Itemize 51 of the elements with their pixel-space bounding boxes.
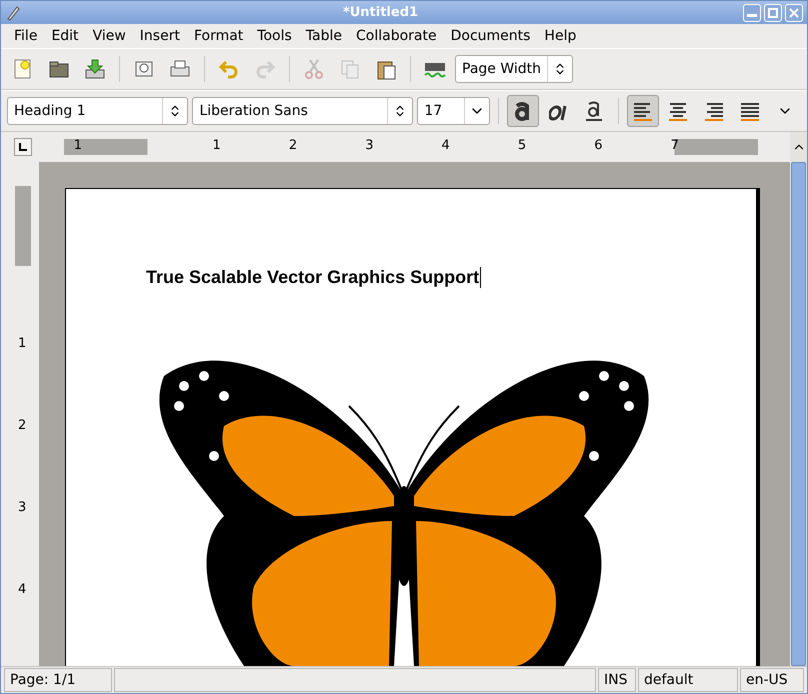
minimize-icon (747, 14, 757, 17)
scissors-icon (303, 58, 325, 80)
menu-item[interactable]: Edit (44, 28, 86, 44)
download-icon (84, 58, 106, 80)
tab-stop-button[interactable] (14, 138, 32, 156)
align-justify-icon (738, 100, 761, 122)
ruler-number: 1 (212, 138, 221, 153)
ruler-number: 4 (442, 138, 450, 153)
insert-mode: INS (598, 668, 636, 692)
ruler-number: 6 (594, 138, 603, 153)
ruler-number: 1 (18, 336, 26, 351)
window-title: *Untitled1 (342, 5, 420, 20)
font-size-dropdown[interactable]: 17 (417, 97, 490, 125)
align-left-icon (632, 100, 654, 122)
align-left-button[interactable] (627, 95, 659, 127)
ruler-number: 7 (670, 138, 679, 153)
menu-item[interactable]: Tools (250, 28, 299, 44)
ruler-number: 4 (18, 582, 26, 597)
close-icon (789, 8, 799, 18)
menu-item[interactable]: Collaborate (349, 28, 444, 44)
menu-item[interactable]: File (7, 28, 44, 44)
ruler-number: 2 (288, 138, 298, 153)
page-count: Page: 1/1 (4, 668, 112, 692)
document-heading: True Scalable Vector Graphics Support (146, 267, 482, 288)
copy-icon (339, 58, 361, 80)
tab-stop-icon (19, 143, 27, 151)
align-center-icon (667, 100, 690, 122)
menu-item[interactable]: Documents (444, 28, 538, 44)
page-style: default (638, 668, 738, 692)
ruler-number: 1 (74, 138, 82, 153)
scrollbar-thumb[interactable] (791, 162, 806, 666)
bold-button[interactable] (507, 95, 539, 127)
font-dropdown[interactable]: Liberation Sans (192, 97, 414, 125)
underline-icon (584, 101, 604, 121)
menu-item[interactable]: Insert (132, 28, 187, 44)
menu-item[interactable]: Table (298, 28, 349, 44)
menu-item[interactable]: Help (537, 28, 584, 44)
redo-icon (254, 58, 276, 80)
ruler-number: 3 (365, 138, 374, 153)
language: en-US (740, 668, 804, 692)
ruler-number: 3 (18, 500, 26, 515)
zoom-dropdown[interactable]: Page Width (455, 55, 573, 83)
maximize-icon (768, 8, 778, 18)
ruler-number: 2 (18, 418, 26, 433)
style-dropdown[interactable]: Heading 1 (7, 97, 188, 125)
align-right-icon (703, 100, 726, 122)
undo-icon (218, 58, 240, 80)
menu-item[interactable]: View (86, 28, 133, 44)
ruler-number: 5 (518, 138, 526, 153)
menu-item[interactable]: Format (186, 28, 250, 44)
app-icon (5, 4, 21, 20)
